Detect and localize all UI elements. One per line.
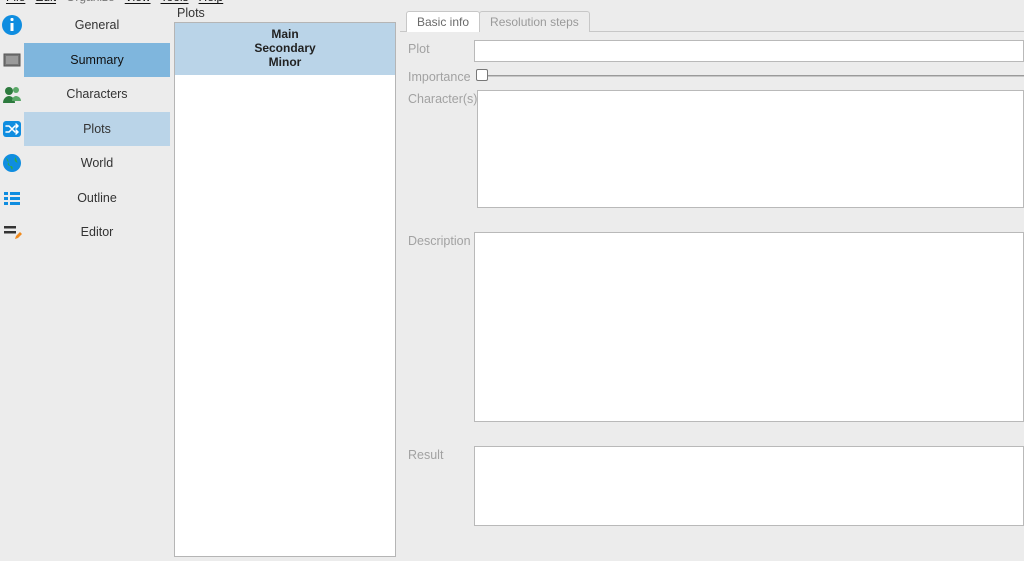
label-plot: Plot [408, 40, 474, 56]
tab-basic-info[interactable]: Basic info [406, 11, 480, 32]
nav-sidebar: General Summary Characters Plots World O… [24, 8, 170, 561]
sidebar-item-characters[interactable]: Characters [24, 77, 170, 112]
label-characters: Character(s) [408, 90, 477, 106]
label-importance: Importance [408, 68, 474, 84]
menu-edit[interactable]: Edit [35, 0, 56, 4]
plots-list[interactable]: Main Secondary Minor [174, 22, 396, 557]
menu-organize[interactable]: Organize [66, 0, 115, 4]
menu-help[interactable]: Help [199, 0, 224, 4]
app-body: General Summary Characters Plots World O… [0, 8, 1024, 561]
outline-list-icon [0, 181, 24, 216]
plot-category-secondary[interactable]: Secondary [175, 41, 395, 55]
plot-detail-panel: Basic info Resolution steps Plot Importa… [400, 8, 1024, 561]
sidebar-item-general[interactable]: General [24, 8, 170, 43]
sidebar-item-outline[interactable]: Outline [24, 181, 170, 216]
menu-tools[interactable]: Tools [161, 0, 189, 4]
plots-column: Plots Main Secondary Minor [170, 8, 400, 561]
result-box[interactable] [474, 446, 1024, 526]
menubar: File Edit Organize View Tools Help [0, 0, 1024, 8]
characters-box[interactable] [477, 90, 1024, 208]
tab-resolution-steps[interactable]: Resolution steps [479, 11, 590, 32]
tab-body-basic-info: Plot Importance Character(s) Description [400, 31, 1024, 561]
slider-track-line [484, 75, 1024, 77]
sidebar-item-editor[interactable]: Editor [24, 215, 170, 250]
slider-handle[interactable] [476, 69, 488, 81]
info-circle-icon [0, 8, 24, 43]
plot-category-main[interactable]: Main [175, 27, 395, 41]
characters-people-icon [0, 77, 24, 112]
label-result: Result [408, 446, 474, 462]
shuffle-arrows-icon [0, 112, 24, 147]
plots-panel-title: Plots [174, 6, 396, 22]
sidebar-item-plots[interactable]: Plots [24, 112, 170, 147]
editor-pencil-icon [0, 215, 24, 250]
label-description: Description [408, 232, 474, 248]
sidebar-item-summary[interactable]: Summary [24, 43, 170, 78]
menu-view[interactable]: View [125, 0, 151, 4]
description-box[interactable] [474, 232, 1024, 422]
plot-category-header: Main Secondary Minor [175, 23, 395, 75]
globe-icon [0, 146, 24, 181]
menu-file[interactable]: File [6, 0, 25, 4]
importance-slider[interactable] [474, 68, 1024, 82]
detail-tabs: Basic info Resolution steps [406, 10, 1024, 31]
nav-icon-strip [0, 8, 24, 561]
summary-page-icon [0, 43, 24, 78]
plot-name-input[interactable] [474, 40, 1024, 62]
plot-category-minor[interactable]: Minor [175, 55, 395, 69]
sidebar-item-world[interactable]: World [24, 146, 170, 181]
